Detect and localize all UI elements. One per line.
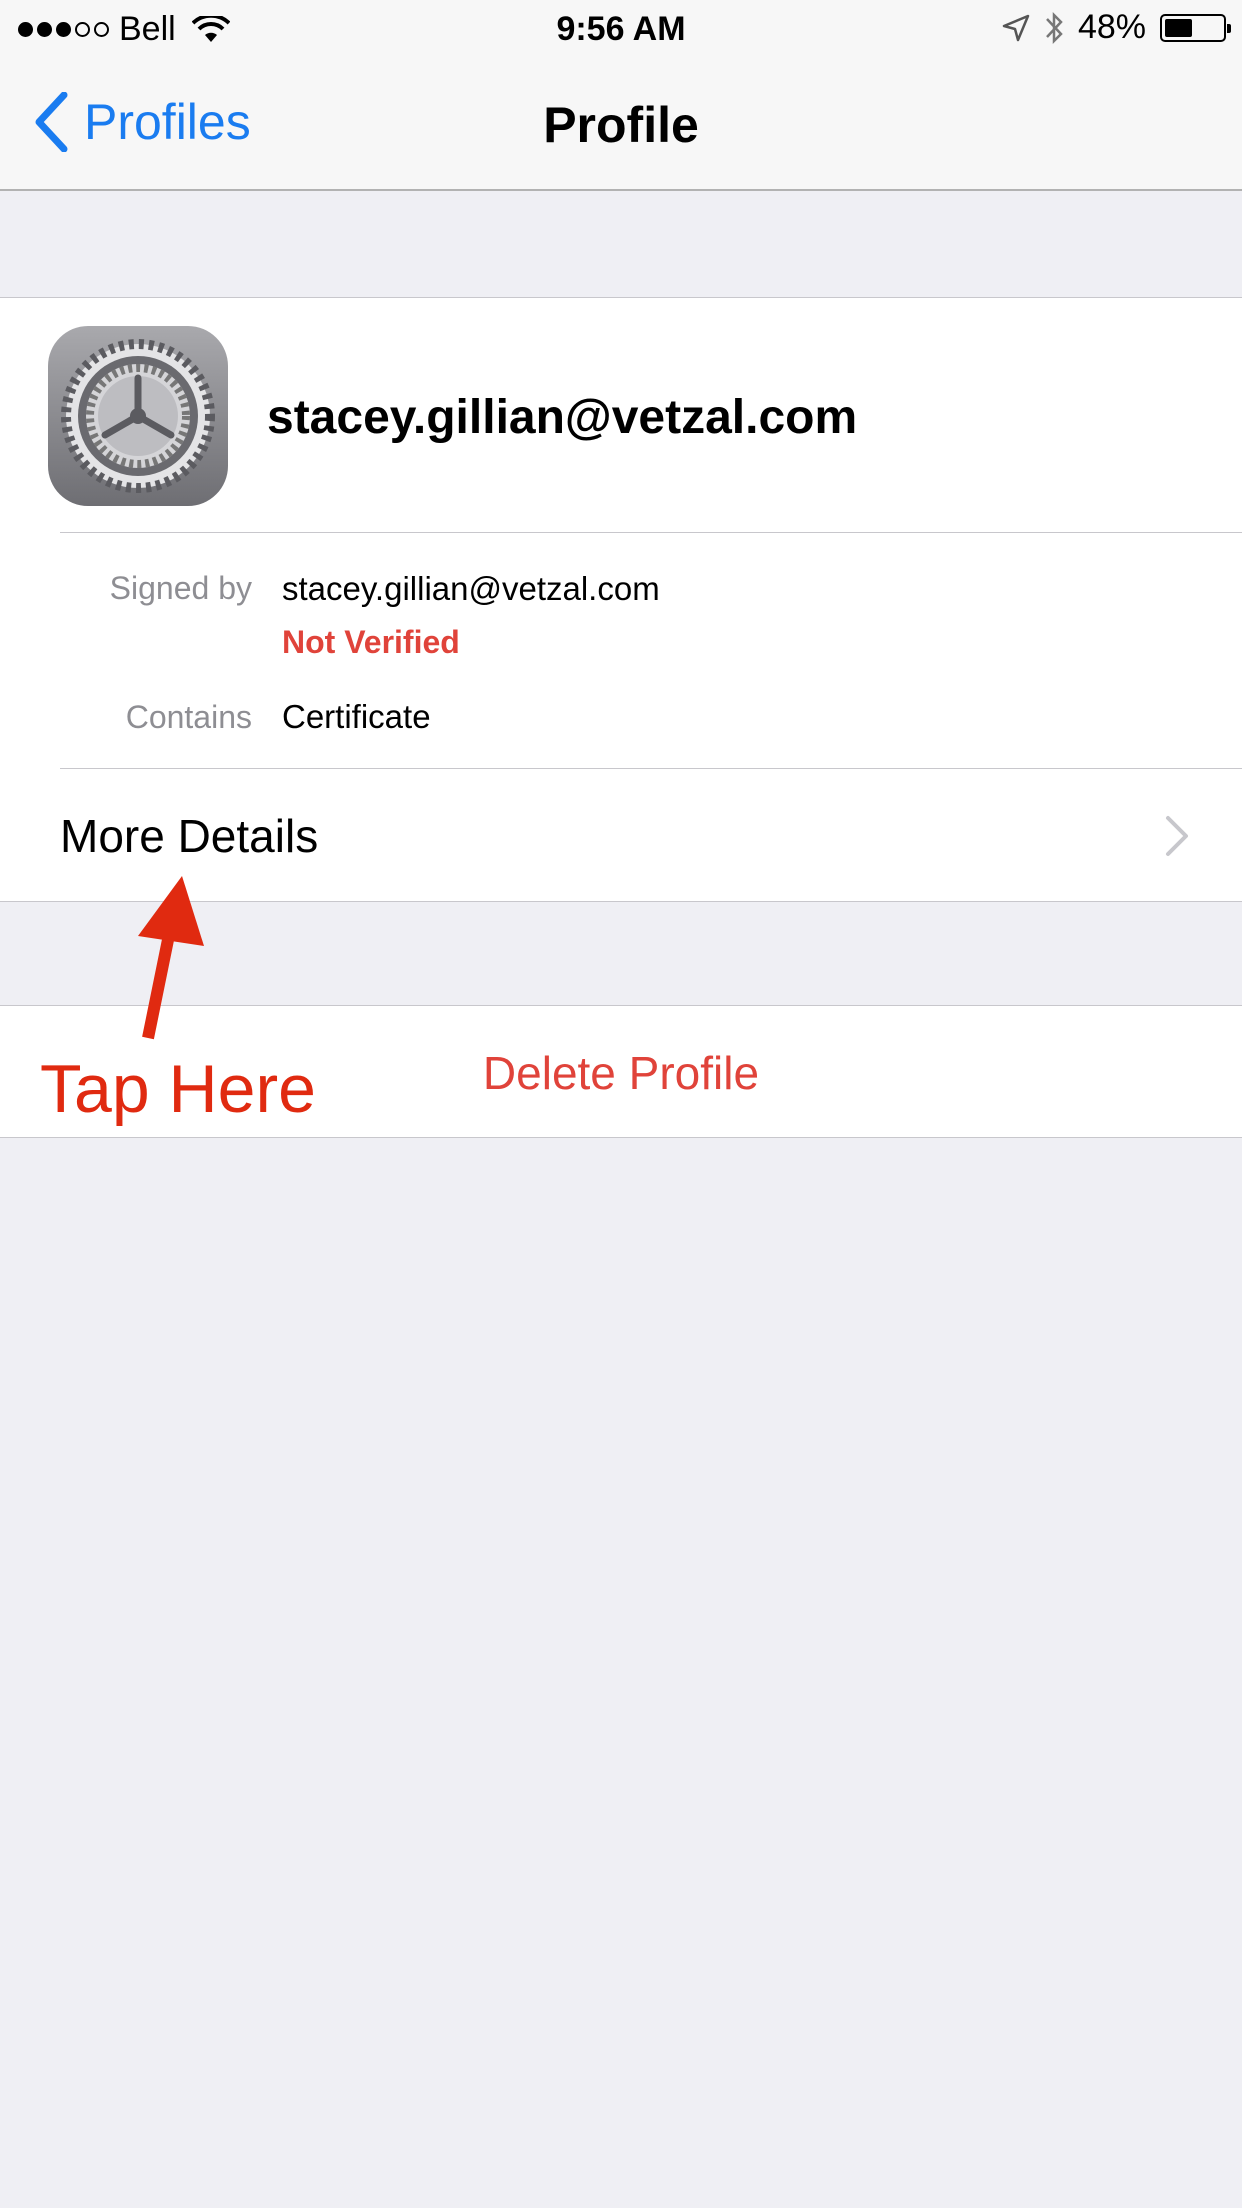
annotation-label: Tap Here — [40, 1051, 316, 1127]
